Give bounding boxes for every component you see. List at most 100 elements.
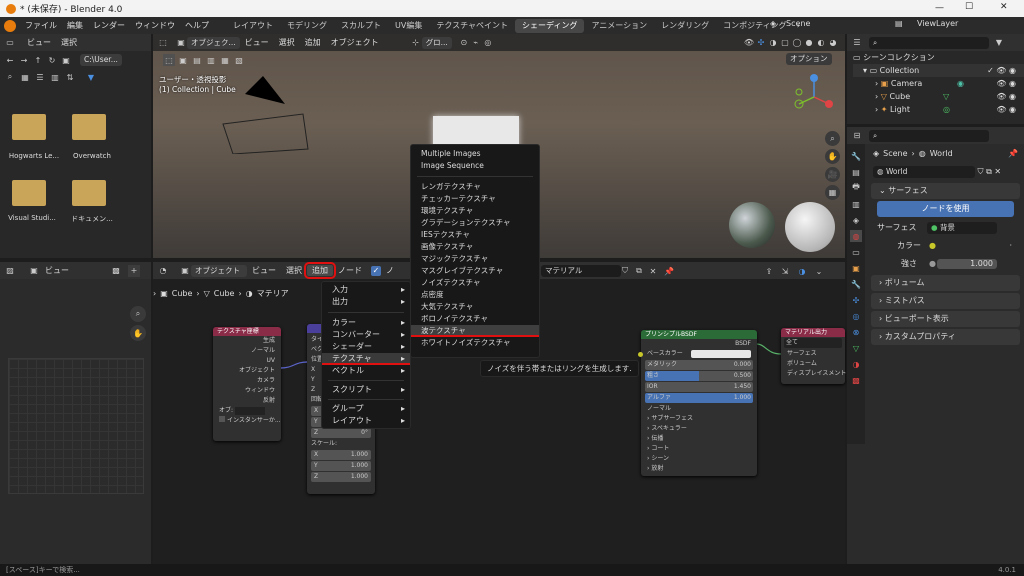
coat-panel[interactable]: › コート xyxy=(641,444,757,454)
tex-brick[interactable]: レンガテクスチャ xyxy=(411,181,539,193)
tex-image-sequence[interactable]: Image Sequence xyxy=(411,160,539,172)
tab-uv[interactable]: UV編集 xyxy=(388,19,429,33)
fb-menu-select[interactable]: 選択 xyxy=(56,37,82,48)
add-menu-layout[interactable]: レイアウト ▸ xyxy=(322,415,410,427)
tex-white-noise[interactable]: ホワイトノイズテクスチャ xyxy=(411,337,539,349)
menu-edit[interactable]: 編集 xyxy=(62,20,88,31)
pan-hand-icon[interactable]: ✋ xyxy=(130,325,146,341)
ie-menu-view[interactable]: ビュー xyxy=(40,265,74,276)
roughness-field[interactable]: 粗さ 0.500 xyxy=(645,371,753,381)
sheen-panel[interactable]: › シーン xyxy=(641,454,757,464)
visibility-icon[interactable]: 👁 xyxy=(743,37,755,49)
viewlayer-name[interactable]: ViewLayer xyxy=(917,19,958,28)
outliner-row-light[interactable]: › ✦ Light ◎ 👁 ◉ xyxy=(853,103,1024,116)
strength-field[interactable]: 1.000 xyxy=(937,259,997,269)
properties-search[interactable]: ⌕ xyxy=(869,129,989,142)
editor-type-icon[interactable]: ⬚ xyxy=(157,37,169,49)
filter-icon[interactable]: ▼ xyxy=(85,71,97,83)
folder-editor-icon[interactable]: ▭ xyxy=(4,37,16,49)
use-nodes-button[interactable]: ノードを使用 xyxy=(877,201,1014,217)
pin-icon[interactable]: 📌 xyxy=(1008,145,1018,163)
filter-icon[interactable]: ▼ xyxy=(993,37,1005,49)
parent-dir-icon[interactable]: ↑ xyxy=(32,54,44,66)
menu-help[interactable]: ヘルプ xyxy=(180,20,214,31)
add-menu-input[interactable]: 入力 ▸ xyxy=(322,284,410,296)
refresh-icon[interactable]: ↻ xyxy=(46,54,58,66)
scene-tab-icon[interactable]: ◈ xyxy=(850,214,862,226)
image-editor-icon[interactable]: ▨ xyxy=(4,265,16,277)
folder-icon[interactable] xyxy=(72,114,106,140)
add-menu-script[interactable]: スクリプト ▸ xyxy=(322,384,410,396)
tab-layout[interactable]: レイアウト xyxy=(226,19,280,33)
fake-user-shield-icon[interactable]: ⛉ xyxy=(978,167,984,176)
back-arrow-icon[interactable]: ← xyxy=(4,54,16,66)
image-mode-icon[interactable]: ▣ xyxy=(28,265,40,277)
section-surface[interactable]: ⌄ サーフェス xyxy=(871,183,1020,199)
tex-magic[interactable]: マジックテクスチャ xyxy=(411,253,539,265)
outliner-row-collection[interactable]: ▾ ▭ Collection ✓ 👁 ◉ xyxy=(853,64,1024,77)
view-layer-tab-icon[interactable]: ▥ xyxy=(850,198,862,210)
shading-solid-icon[interactable]: ● xyxy=(803,37,815,49)
world-name-field[interactable]: ◍ World xyxy=(873,166,975,178)
tex-wave[interactable]: 波テクスチャ xyxy=(411,325,539,337)
data-tab-icon[interactable]: ▽ xyxy=(850,342,862,354)
menu-window[interactable]: ウィンドウ xyxy=(130,20,180,31)
collection-tab-icon[interactable]: ▭ xyxy=(850,246,862,258)
add-menu-shader[interactable]: シェーダー ▸ xyxy=(322,341,410,353)
color-swatch[interactable]: · xyxy=(1009,237,1012,255)
base-color-swatch[interactable] xyxy=(691,350,751,358)
tab-rendering[interactable]: レンダリング xyxy=(654,19,716,33)
physics-tab-icon[interactable]: ◎ xyxy=(850,310,862,322)
unlink-x-icon[interactable]: ✕ xyxy=(994,167,1001,176)
section-volume[interactable]: › ボリューム xyxy=(871,275,1020,291)
scene-name[interactable]: Scene xyxy=(786,19,810,28)
tab-sculpt[interactable]: スカルプト xyxy=(334,19,388,33)
sort-icon[interactable]: ⇅ xyxy=(64,71,76,83)
vp-menu-select[interactable]: 選択 xyxy=(274,37,300,48)
shading-material-icon[interactable]: ◐ xyxy=(815,37,827,49)
thumbnail-view-icon[interactable]: ▥ xyxy=(49,71,61,83)
select-box-icon[interactable]: ⬚ xyxy=(163,54,175,66)
close-button[interactable]: ✕ xyxy=(1000,2,1008,12)
maximize-button[interactable]: ☐ xyxy=(965,2,973,12)
ior-field[interactable]: IOR 1.450 xyxy=(645,382,753,392)
outliner-scene-collection[interactable]: ▭ シーンコレクション xyxy=(853,51,1024,64)
properties-editor-icon[interactable]: ⊟ xyxy=(851,130,863,142)
tex-image[interactable]: 画像テクスチャ xyxy=(411,241,539,253)
camera-object[interactable] xyxy=(203,54,323,154)
surface-shader-select[interactable]: ● 背景 xyxy=(927,222,997,234)
duplicate-icon[interactable]: ⧉ xyxy=(986,167,992,176)
node-header[interactable]: マテリアル出力 xyxy=(781,328,845,337)
object-tab-icon[interactable]: ▣ xyxy=(850,262,862,274)
tex-musgrave[interactable]: マスグレイブテクスチャ xyxy=(411,265,539,277)
tab-modeling[interactable]: モデリング xyxy=(280,19,334,33)
section-custom-properties[interactable]: › カスタムプロパティ xyxy=(871,329,1020,345)
transform-orientation-select[interactable]: グロ... xyxy=(421,36,452,49)
new-folder-icon[interactable]: ▣ xyxy=(60,54,72,66)
pan-hand-icon[interactable]: ✋ xyxy=(825,149,840,164)
output-tab-icon[interactable]: 🖶 xyxy=(850,182,862,194)
minimize-button[interactable]: — xyxy=(935,3,944,13)
folder-icon[interactable] xyxy=(12,180,46,206)
subsurface-panel[interactable]: › サブサーフェス xyxy=(641,414,757,424)
navigation-gizmo[interactable] xyxy=(789,72,839,122)
blender-menu-icon[interactable] xyxy=(4,19,16,32)
pivot-icon[interactable]: ⊙ xyxy=(458,37,470,49)
emission-panel[interactable]: › 放射 xyxy=(641,464,757,474)
select-extend-icon[interactable]: ▤ xyxy=(191,54,203,66)
tex-multiple-images[interactable]: Multiple Images xyxy=(411,148,539,160)
add-menu-vector[interactable]: ベクトル ▸ xyxy=(322,365,410,377)
outliner-row-cube[interactable]: › ▽ Cube ▽ 👁 ◉ xyxy=(853,90,1024,103)
overlay-icon[interactable]: ◑ xyxy=(767,37,779,49)
tex-noise[interactable]: ノイズテクスチャ xyxy=(411,277,539,289)
tex-ies[interactable]: IESテクスチャ xyxy=(411,229,539,241)
outliner-editor-icon[interactable]: ☰ xyxy=(851,37,863,49)
snap-icon[interactable]: ⌁ xyxy=(470,37,482,49)
fb-menu-view[interactable]: ビュー xyxy=(22,37,56,48)
color-socket-icon[interactable]: ● xyxy=(929,237,936,255)
outliner-row-camera[interactable]: › ▣ Camera ◉ 👁 ◉ xyxy=(853,77,1024,90)
list-view-icon[interactable]: ☰ xyxy=(34,71,46,83)
xray-icon[interactable]: ▢ xyxy=(779,37,791,49)
menu-file[interactable]: ファイル xyxy=(20,20,62,31)
tex-checker[interactable]: チェッカーテクスチャ xyxy=(411,193,539,205)
